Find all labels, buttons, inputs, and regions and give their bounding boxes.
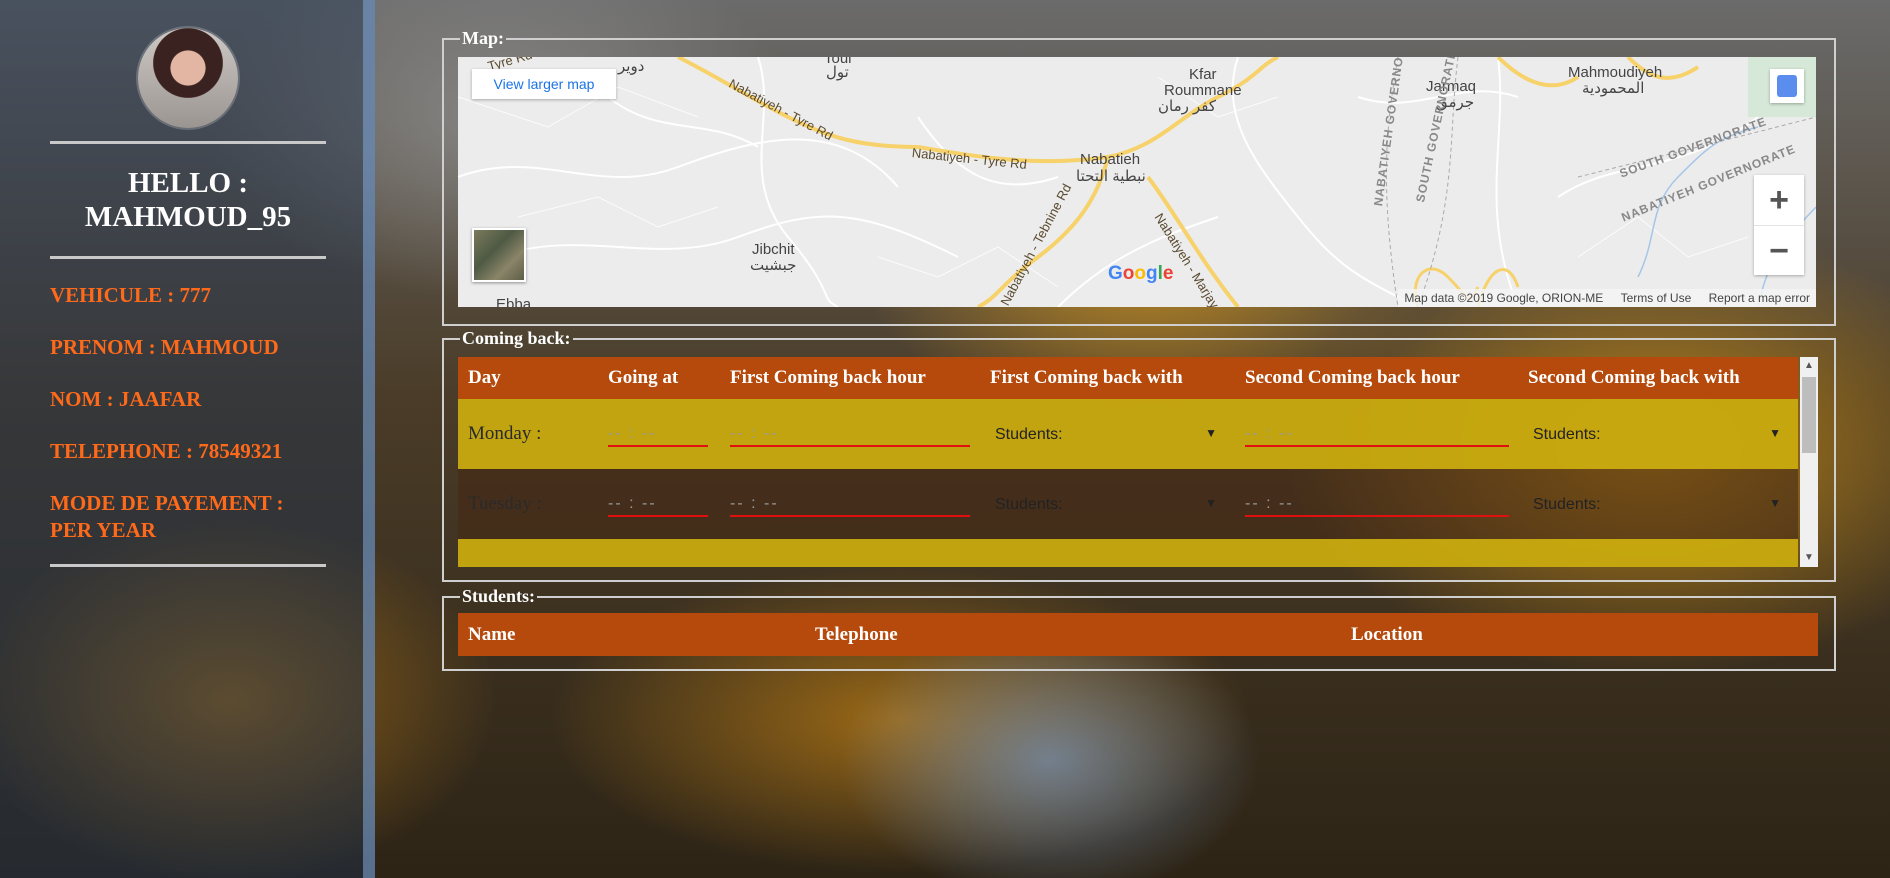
map-label-kfar-roummane: Kfar Roummane bbox=[1164, 66, 1242, 99]
first-back-hour-input[interactable]: -- : -- bbox=[730, 563, 970, 568]
second-back-hour-input[interactable]: -- : -- bbox=[1245, 493, 1509, 517]
header-first-back-hour: First Coming back hour bbox=[720, 357, 980, 399]
view-larger-map-link[interactable]: View larger map bbox=[472, 69, 616, 99]
map-label-jibchit: Jibchit bbox=[752, 241, 795, 258]
header-first-back-with: First Coming back with bbox=[980, 357, 1235, 399]
google-logo: Google bbox=[1108, 263, 1174, 284]
header-second-back-with: Second Coming back with bbox=[1518, 357, 1798, 399]
table-scrollbar[interactable]: ▲ ▼ bbox=[1800, 357, 1818, 567]
select-value: Students: bbox=[1533, 496, 1601, 513]
second-back-with-select[interactable]: Students: ▼ bbox=[1528, 426, 1781, 444]
going-at-time-input[interactable]: -- : -- bbox=[608, 423, 708, 447]
second-back-hour-input[interactable]: -- : -- bbox=[1245, 423, 1509, 447]
coming-back-table-container[interactable]: Day Going at First Coming back hour Firs… bbox=[458, 357, 1818, 567]
day-label: Monday : bbox=[458, 399, 598, 469]
divider-middle bbox=[50, 256, 326, 259]
greeting: HELLO : MAHMOUD_95 bbox=[84, 167, 292, 233]
divider-top bbox=[50, 141, 326, 144]
map-attribution: Map data ©2019 Google, ORION-ME Terms of… bbox=[1398, 289, 1816, 307]
header-second-back-hour: Second Coming back hour bbox=[1235, 357, 1518, 399]
map-label-doueir-ar: دوير bbox=[618, 58, 645, 75]
map-label-mahmoudiyeh-ar: المحمودية bbox=[1582, 80, 1645, 97]
table-header-row: Day Going at First Coming back hour Firs… bbox=[458, 357, 1798, 399]
profile-sidebar: HELLO : MAHMOUD_95 VEHICULE : 777 PRENOM… bbox=[0, 0, 375, 878]
header-going-at: Going at bbox=[598, 357, 720, 399]
table-row: -- : -- -- : -- -- : -- bbox=[458, 539, 1798, 567]
header-day: Day bbox=[458, 357, 598, 399]
select-value: Students: bbox=[995, 426, 1063, 443]
select-value: Students: bbox=[995, 496, 1063, 513]
payment-mode-info: MODE DE PAYEMENT : PER YEAR bbox=[50, 491, 284, 542]
street-view-pegman-icon[interactable] bbox=[1770, 69, 1804, 103]
second-back-with-select[interactable]: Students: ▼ bbox=[1528, 496, 1781, 514]
map-data-credit: Map data ©2019 Google, ORION-ME bbox=[1404, 291, 1604, 305]
zoom-control: + − bbox=[1754, 175, 1804, 275]
map-label-mahmoudiyeh: Mahmoudiyeh bbox=[1568, 64, 1663, 81]
header-location: Location bbox=[1351, 624, 1423, 645]
report-map-error-link[interactable]: Report a map error bbox=[1709, 291, 1810, 305]
header-telephone: Telephone bbox=[815, 624, 898, 645]
map-label-ebba: Ebba bbox=[496, 296, 532, 308]
chevron-down-icon: ▼ bbox=[1769, 496, 1781, 510]
nom-info: NOM : JAAFAR bbox=[50, 387, 202, 411]
coming-back-table: Day Going at First Coming back hour Firs… bbox=[458, 357, 1798, 567]
avatar bbox=[138, 28, 238, 128]
terms-of-use-link[interactable]: Terms of Use bbox=[1621, 291, 1692, 305]
second-back-hour-input[interactable]: -- : -- bbox=[1245, 563, 1509, 568]
first-back-with-select[interactable]: Students: ▼ bbox=[990, 426, 1217, 444]
satellite-toggle[interactable] bbox=[472, 228, 526, 282]
first-back-with-select[interactable]: Students: ▼ bbox=[990, 496, 1217, 514]
table-row: Tuesday : -- : -- -- : -- Students: ▼ -- … bbox=[458, 469, 1798, 539]
prenom-info: PRENOM : MAHMOUD bbox=[50, 335, 279, 359]
zoom-out-button[interactable]: − bbox=[1754, 226, 1804, 276]
map-label-toul-ar: تول bbox=[826, 64, 849, 81]
telephone-info: TELEPHONE : 78549321 bbox=[50, 439, 283, 463]
going-at-time-input[interactable]: -- : -- bbox=[608, 493, 708, 517]
map-label-jibchit-ar: جبشيت bbox=[750, 257, 797, 274]
divider-bottom bbox=[50, 564, 326, 567]
vehicule-info: VEHICULE : 777 bbox=[50, 283, 212, 307]
going-at-time-input[interactable]: -- : -- bbox=[608, 563, 708, 568]
first-back-hour-input[interactable]: -- : -- bbox=[730, 423, 970, 447]
map-legend: Map: bbox=[462, 28, 504, 48]
chevron-down-icon: ▼ bbox=[1205, 426, 1217, 440]
zoom-in-button[interactable]: + bbox=[1754, 175, 1804, 226]
select-value: Students: bbox=[1533, 426, 1601, 443]
scrollbar-thumb[interactable] bbox=[1802, 377, 1816, 453]
first-back-hour-input[interactable]: -- : -- bbox=[730, 493, 970, 517]
map-label-nabatieh-ar: نبطية التحتا bbox=[1076, 168, 1146, 185]
day-label: Tuesday : bbox=[458, 469, 598, 539]
google-map[interactable]: Kfar Roummane كفر رمان Nabatieh نبطية ال… bbox=[458, 57, 1816, 307]
header-name: Name bbox=[468, 624, 516, 645]
map-label-nabatieh: Nabatieh bbox=[1080, 151, 1141, 168]
chevron-down-icon: ▼ bbox=[1205, 496, 1217, 510]
scroll-down-icon[interactable]: ▼ bbox=[1800, 549, 1818, 567]
chevron-down-icon: ▼ bbox=[1769, 426, 1781, 440]
coming-back-legend: Coming back: bbox=[462, 328, 571, 348]
table-row: Monday : -- : -- -- : -- Students: ▼ -- :… bbox=[458, 399, 1798, 469]
students-legend: Students: bbox=[462, 586, 536, 606]
map-label-kfar-roummane-ar: كفر رمان bbox=[1158, 98, 1217, 115]
students-table-header: Name Telephone Location bbox=[458, 613, 1818, 656]
scroll-up-icon[interactable]: ▲ bbox=[1800, 357, 1818, 375]
